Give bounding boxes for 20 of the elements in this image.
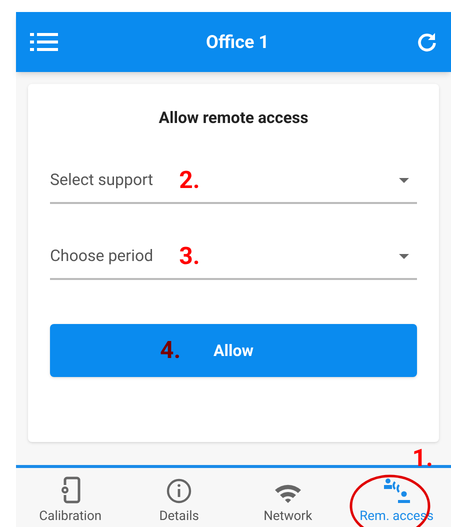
field-placeholder: Choose period — [50, 245, 154, 267]
field-placeholder: Select support — [50, 169, 154, 191]
info-icon — [166, 478, 192, 504]
window-title: Office 1 — [206, 30, 270, 54]
dropdown-arrow-icon — [399, 254, 409, 258]
dropdown-field[interactable]: Select support 2. — [50, 158, 417, 204]
annotation-number: 4. — [160, 336, 181, 364]
card-title: Allow remote access — [158, 107, 308, 129]
nav-tab[interactable]: Network — [234, 468, 342, 527]
remote-support-icon — [382, 478, 411, 504]
dropdown-field[interactable]: Choose period 3. — [50, 234, 417, 280]
nav-tab[interactable]: Details — [124, 468, 234, 527]
annotation-number: 3. — [179, 244, 200, 268]
dropdown-arrow-icon — [399, 178, 409, 182]
annotation-number: 2. — [179, 168, 200, 192]
menu-icon[interactable] — [30, 32, 58, 52]
annotation-number: 1. — [412, 444, 433, 472]
refresh-icon[interactable] — [416, 32, 437, 52]
nav-tab[interactable]: Calibration — [16, 468, 125, 527]
allow-button[interactable]: 4. Allow — [50, 324, 417, 377]
